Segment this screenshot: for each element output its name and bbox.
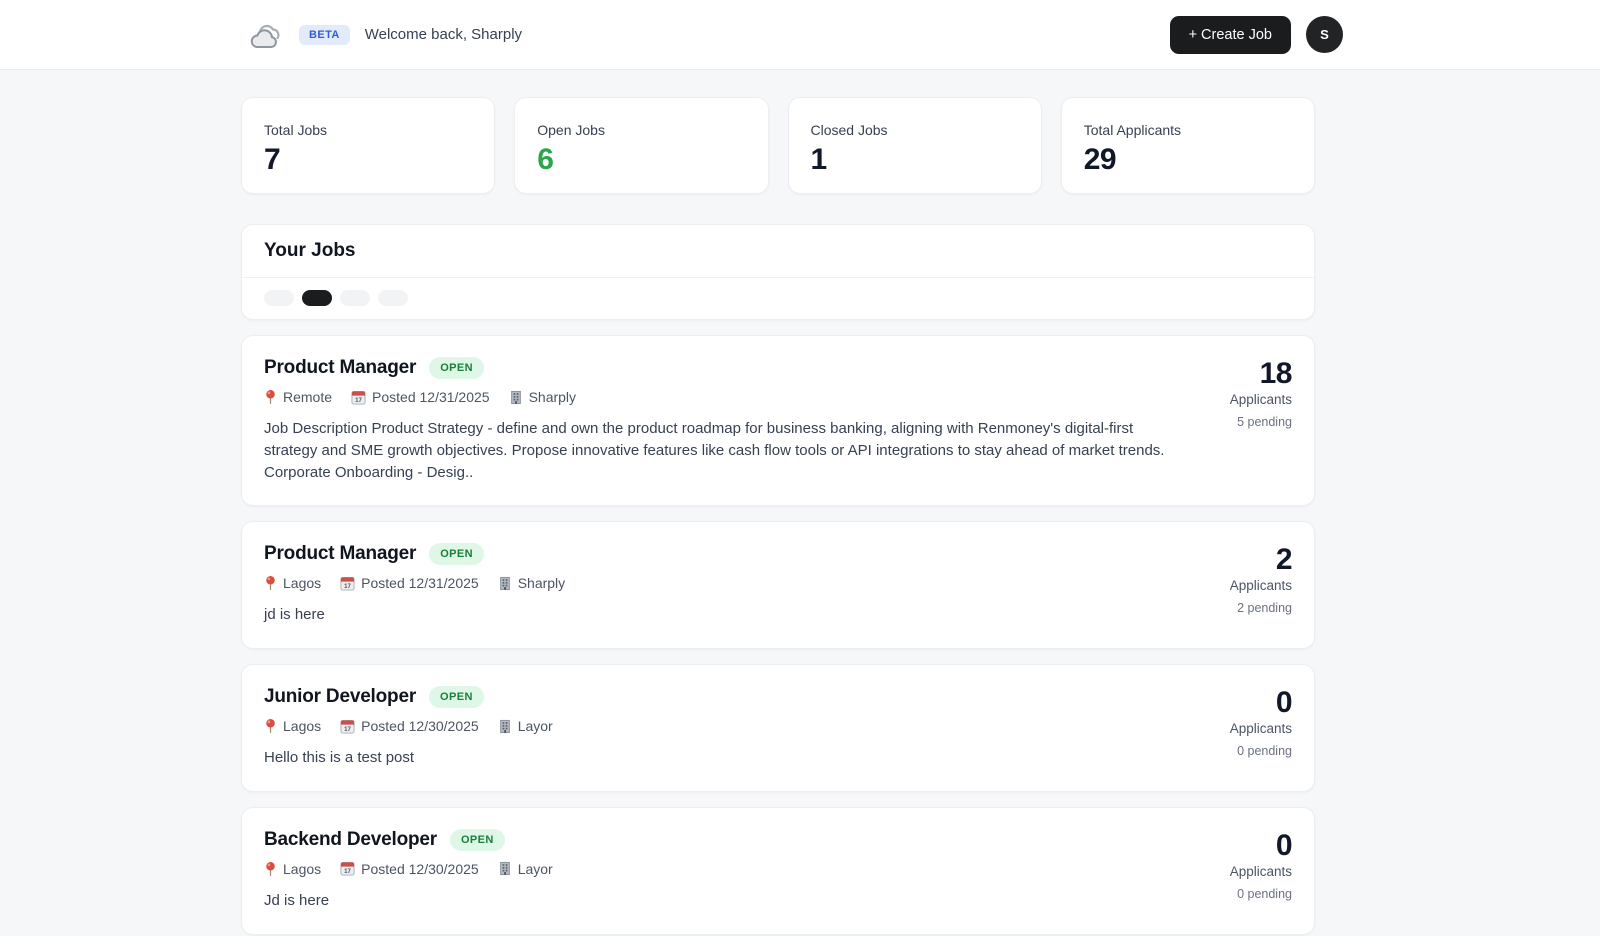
stat-label: Total Jobs (264, 122, 328, 138)
user-avatar[interactable]: S (1306, 16, 1343, 53)
office-building-icon (510, 390, 521, 404)
job-location: Lagos (264, 575, 321, 591)
pushpin-icon (266, 861, 275, 876)
header-actions: + Create Job S (1169, 15, 1343, 54)
job-meta-row: Lagos 17 Posted 12/30/2025 Layor (264, 861, 1188, 877)
job-applicant-stats: 0 Applicants 0 pending (1202, 828, 1293, 912)
job-company: Layor (498, 718, 553, 734)
job-title: Product Manager (264, 543, 417, 565)
job-status-badge: OPEN (429, 543, 484, 566)
job-company: Layor (498, 861, 553, 877)
app-header: BETA Welcome back, Sharply + Create Job … (0, 0, 1600, 70)
brand-group: BETA Welcome back, Sharply (246, 20, 522, 50)
office-building-icon (499, 576, 510, 590)
applicant-label: Applicants (1229, 392, 1292, 407)
pending-count: 0 pending (1237, 744, 1292, 758)
job-list: Product Manager OPEN Remote 17 Posted 12… (241, 335, 1315, 935)
applicant-label: Applicants (1229, 721, 1292, 736)
job-info: Product Manager OPEN Lagos 17 Posted 12/… (264, 543, 1188, 626)
svg-text:17: 17 (344, 726, 351, 733)
calendar-icon: 17 (340, 862, 355, 876)
applicant-count: 18 (1259, 357, 1293, 390)
your-jobs-title: Your Jobs (264, 240, 356, 261)
job-card[interactable]: Product Manager OPEN Remote 17 Posted 12… (241, 335, 1315, 507)
filter-tab[interactable] (302, 290, 332, 306)
create-job-button[interactable]: + Create Job (1169, 15, 1291, 54)
filter-tab[interactable] (264, 290, 294, 306)
job-title: Product Manager (264, 357, 417, 378)
applicant-count: 0 (1275, 686, 1293, 719)
applicant-count: 2 (1275, 543, 1293, 577)
job-card[interactable]: Product Manager OPEN Lagos 17 Posted 12/… (241, 521, 1315, 649)
job-description: jd is here (264, 606, 325, 624)
stat-card: Total Jobs 7 (241, 97, 496, 194)
job-title: Backend Developer (264, 828, 437, 850)
job-title: Junior Developer (264, 686, 417, 707)
pushpin-icon (266, 718, 275, 733)
filter-tab[interactable] (378, 290, 408, 306)
stat-value: 29 (1083, 143, 1117, 176)
job-status-badge: OPEN (429, 357, 484, 379)
applicant-count: 0 (1275, 828, 1293, 862)
job-posted-date: 17 Posted 12/31/2025 (351, 389, 490, 405)
job-location: Remote (264, 389, 332, 405)
welcome-text: Welcome back, Sharply (364, 26, 523, 43)
pushpin-icon (266, 389, 275, 404)
office-building-icon (499, 719, 510, 733)
svg-text:17: 17 (344, 583, 351, 590)
job-applicant-stats: 18 Applicants 5 pending (1202, 357, 1293, 483)
job-card[interactable]: Backend Developer OPEN Lagos 17 Posted 1… (241, 806, 1315, 935)
job-posted-date: 17 Posted 12/30/2025 (340, 861, 479, 877)
job-info: Backend Developer OPEN Lagos 17 Posted 1… (264, 828, 1188, 912)
filter-tab[interactable] (340, 290, 370, 306)
applicant-label: Applicants (1229, 863, 1292, 879)
job-status-badge: OPEN (429, 686, 484, 708)
stat-card: Open Jobs 6 (514, 97, 769, 194)
job-posted-date: 17 Posted 12/30/2025 (340, 718, 479, 734)
stat-label: Closed Jobs (810, 122, 888, 138)
job-card[interactable]: Junior Developer OPEN Lagos 17 Posted 12… (241, 664, 1315, 792)
job-meta-row: Lagos 17 Posted 12/30/2025 Layor (264, 718, 1188, 734)
cloud-logo-icon (246, 20, 284, 50)
beta-badge: BETA (299, 24, 350, 45)
stat-card: Total Applicants 29 (1060, 97, 1315, 194)
stat-value: 7 (264, 143, 281, 176)
job-meta-row: Lagos 17 Posted 12/31/2025 Sharply (264, 575, 1188, 591)
job-info: Product Manager OPEN Remote 17 Posted 12… (264, 357, 1188, 483)
dashboard-main: Total Jobs 7 Open Jobs 6 Closed Jobs 1 T… (241, 97, 1315, 935)
job-meta-row: Remote 17 Posted 12/31/2025 Sharply (264, 389, 1188, 405)
applicant-label: Applicants (1229, 578, 1292, 594)
pending-count: 0 pending (1237, 886, 1292, 901)
stat-label: Total Applicants (1083, 122, 1182, 138)
stat-card: Closed Jobs 1 (787, 97, 1042, 194)
stat-value: 6 (537, 143, 554, 176)
job-applicant-stats: 2 Applicants 2 pending (1202, 543, 1293, 626)
job-description: Jd is here (264, 891, 330, 909)
job-location: Lagos (264, 861, 321, 877)
calendar-icon: 17 (340, 576, 355, 591)
svg-text:17: 17 (344, 868, 351, 875)
job-filter-tabs (242, 278, 1314, 319)
your-jobs-panel: Your Jobs (241, 224, 1315, 320)
calendar-icon: 17 (340, 719, 355, 734)
stat-label: Open Jobs (537, 122, 605, 138)
pushpin-icon (266, 576, 275, 591)
pending-count: 5 pending (1237, 415, 1292, 429)
svg-text:17: 17 (355, 397, 362, 404)
job-applicant-stats: 0 Applicants 0 pending (1202, 686, 1293, 769)
stats-row: Total Jobs 7 Open Jobs 6 Closed Jobs 1 T… (241, 97, 1315, 194)
job-description: Job Description Product Strategy - defin… (264, 420, 1165, 481)
job-description: Hello this is a test post (264, 749, 415, 766)
job-location: Lagos (264, 718, 321, 734)
stat-value: 1 (810, 143, 828, 176)
job-info: Junior Developer OPEN Lagos 17 Posted 12… (264, 686, 1188, 769)
calendar-icon: 17 (351, 390, 366, 405)
job-company: Sharply (498, 575, 565, 591)
office-building-icon (499, 862, 510, 876)
pending-count: 2 pending (1237, 601, 1292, 616)
job-status-badge: OPEN (449, 828, 505, 851)
job-company: Sharply (509, 389, 576, 405)
job-posted-date: 17 Posted 12/31/2025 (340, 575, 479, 591)
